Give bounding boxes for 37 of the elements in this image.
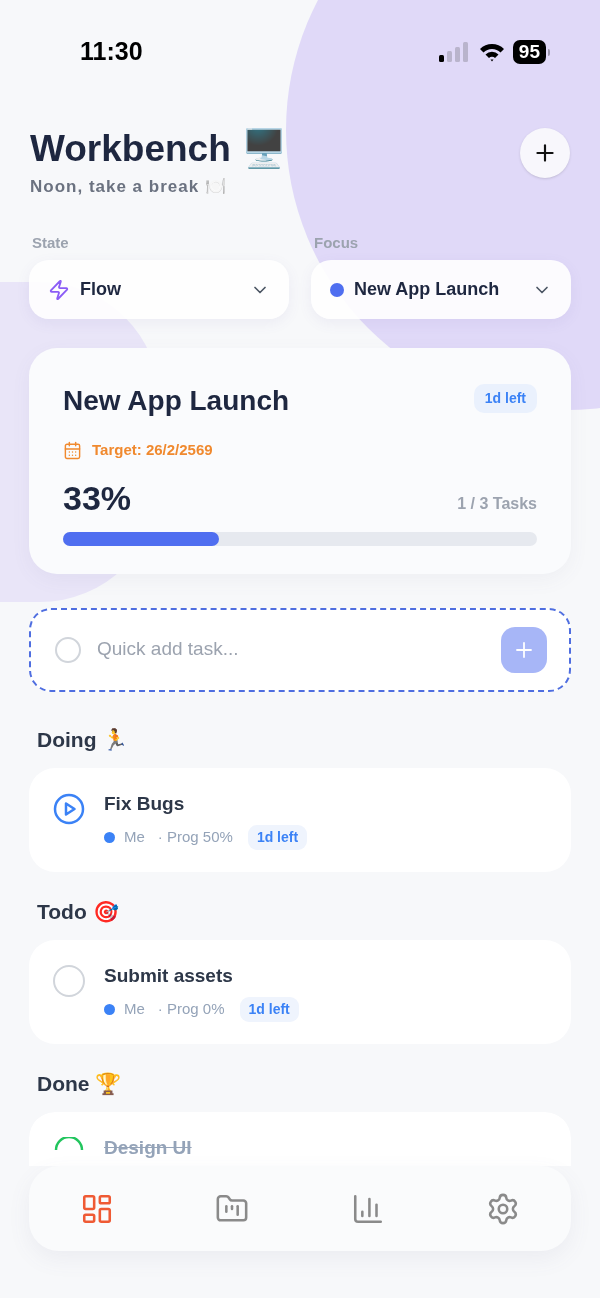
dropdown-select[interactable]: New App Launch <box>311 260 571 319</box>
assignee-name: Me <box>124 827 145 848</box>
task-card[interactable]: Submit assets Me · Prog 0% 1d left <box>29 939 571 1044</box>
section-heading: Todo 🎯 <box>37 898 120 925</box>
project-title: New App Launch <box>63 384 290 418</box>
task-title: Fix Bugs <box>104 791 186 816</box>
target-date: Target: 26/2/2569 <box>92 440 213 460</box>
quick-add-input[interactable]: Quick add task... <box>97 635 485 664</box>
selector-label: State <box>32 232 70 253</box>
add-task-button[interactable] <box>501 626 547 673</box>
wifi-icon <box>478 42 505 62</box>
progress-percent: 33% <box>63 477 132 518</box>
play-circle-icon[interactable] <box>53 792 85 825</box>
page-subtitle: Noon, take a break 🍽 <box>30 176 228 198</box>
section-heading: Doing 🏃 <box>37 726 130 753</box>
empty-checkbox[interactable] <box>53 964 85 997</box>
selector-label: Focus <box>314 232 360 253</box>
quick-add-field[interactable]: Quick add task... <box>29 607 571 692</box>
status-time: 11:30 <box>80 36 143 68</box>
task-card[interactable]: Fix Bugs Me · Prog 50% 1d left <box>29 767 571 872</box>
dropdown-select[interactable]: Flow <box>29 260 289 319</box>
task-count: 1 / 3 Tasks <box>457 493 537 514</box>
lightning-icon <box>48 278 70 301</box>
assignee-name: Me <box>124 999 145 1020</box>
task-title: Design UI <box>104 1135 192 1160</box>
deadline-badge: 1d left <box>247 825 308 850</box>
task-title: Submit assets <box>104 963 234 988</box>
page-title: Workbench 🖥 <box>30 127 288 171</box>
section-heading: Done 🏆 <box>37 1070 123 1097</box>
deadline-badge: 1d left <box>239 997 299 1022</box>
battery-icon: 95 <box>512 40 546 64</box>
calendar-icon <box>63 440 82 460</box>
task-detail: · Prog 50% <box>157 827 233 848</box>
task-detail: · Prog 0% <box>157 999 225 1020</box>
empty-checkbox[interactable] <box>55 636 81 663</box>
deadline-badge: 1d left <box>473 384 537 413</box>
signal-icon <box>438 42 471 62</box>
